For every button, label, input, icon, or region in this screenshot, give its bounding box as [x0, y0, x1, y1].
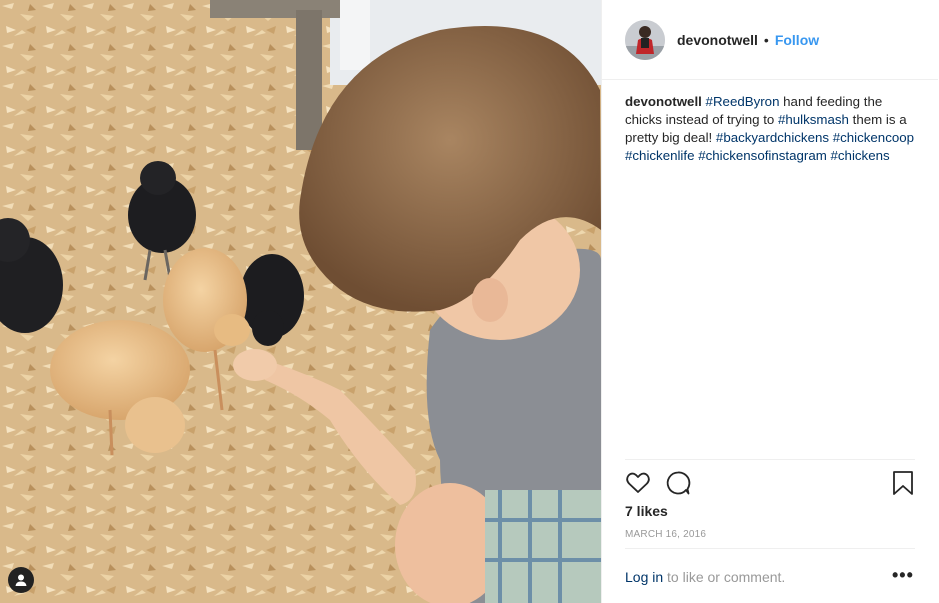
hashtag-link[interactable]: #ReedByron — [706, 94, 780, 109]
hashtag-link[interactable]: #chickencoop — [833, 130, 914, 145]
avatar[interactable] — [625, 19, 665, 60]
post-caption: devonotwell #ReedByron hand feeding the … — [625, 93, 915, 165]
user-icon — [15, 574, 27, 586]
follow-button[interactable]: Follow — [775, 32, 819, 48]
heart-icon — [626, 472, 650, 493]
footer-divider — [625, 548, 915, 549]
post-header: devonotwell • Follow — [602, 0, 938, 80]
save-button[interactable] — [892, 470, 914, 501]
comment-button[interactable] — [665, 470, 691, 501]
post-date: MARCH 16, 2016 — [625, 529, 707, 540]
avatar-image — [625, 19, 665, 60]
actions-divider — [625, 459, 915, 460]
hashtag-link[interactable]: #chickensofinstagram — [698, 148, 827, 163]
header-separator: • — [763, 31, 769, 48]
caption-username[interactable]: devonotwell — [625, 94, 702, 109]
post-photo[interactable] — [0, 0, 601, 603]
login-prompt-text: to like or comment. — [663, 569, 786, 585]
post-photo-image — [0, 0, 601, 603]
hashtag-link[interactable]: #hulksmash — [778, 112, 849, 127]
hashtag-link[interactable]: #backyardchickens — [716, 130, 829, 145]
more-options-button[interactable]: ••• — [892, 565, 914, 586]
bookmark-icon — [893, 471, 913, 495]
hashtag-link[interactable]: #chickens — [831, 148, 890, 163]
login-link[interactable]: Log in — [625, 569, 663, 585]
post-side-panel: devonotwell • Follow devonotwell #ReedBy… — [601, 0, 939, 603]
login-prompt: Log in to like or comment. — [625, 569, 785, 585]
comment-icon — [666, 471, 691, 495]
user-tag-button[interactable] — [8, 567, 34, 593]
header-username[interactable]: devonotwell — [677, 32, 758, 48]
like-button[interactable] — [625, 470, 651, 501]
like-count[interactable]: 7 likes — [625, 503, 668, 519]
hashtag-link[interactable]: #chickenlife — [625, 148, 694, 163]
